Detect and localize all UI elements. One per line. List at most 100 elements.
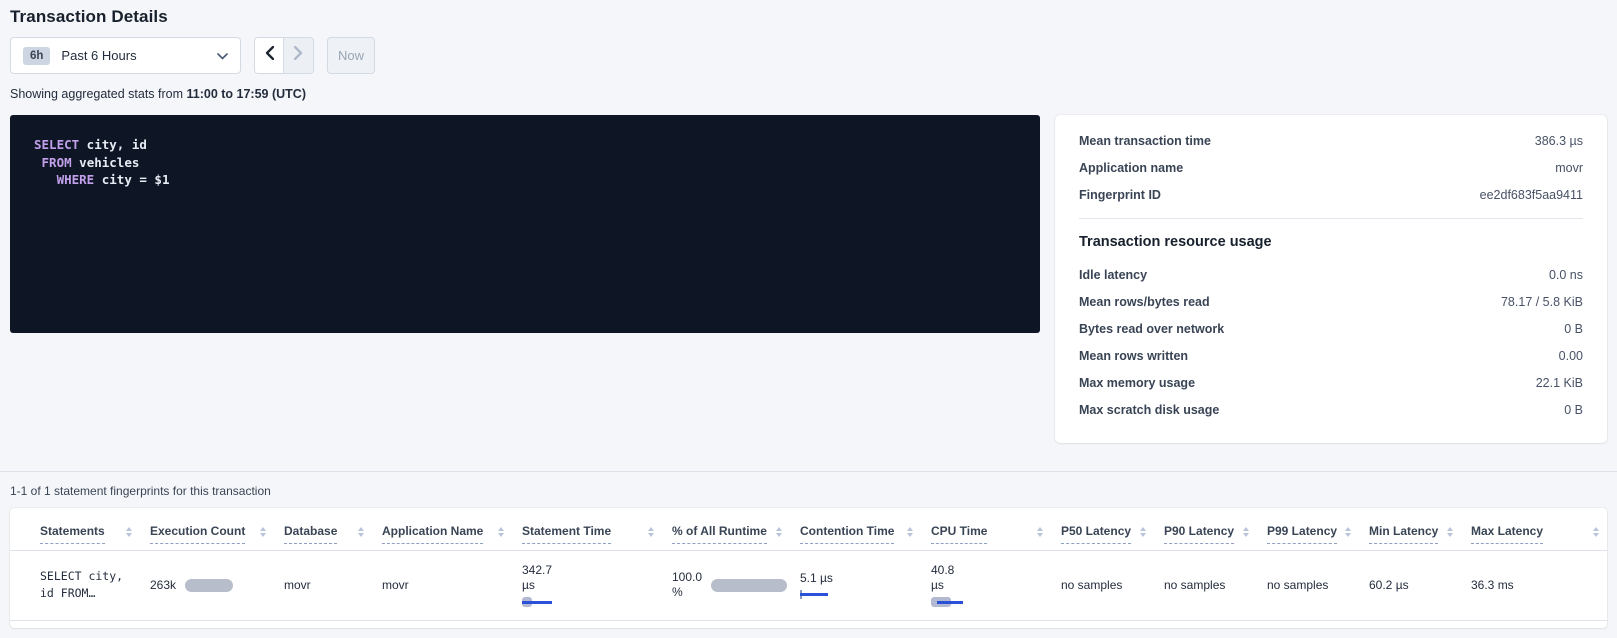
contention-time-bar: [800, 589, 830, 599]
sort-arrows-icon[interactable]: [648, 527, 654, 541]
transaction-details-page: Transaction Details 6h Past 6 Hours: [0, 0, 1617, 638]
summary-value: 0 B: [1564, 403, 1583, 417]
column-header-max-latency[interactable]: Max Latency: [1461, 508, 1607, 551]
sql-statement-box: SELECT city, id FROM vehicles WHERE city…: [10, 115, 1040, 333]
summary-row: Mean rows/bytes read 78.17 / 5.8 KiB: [1079, 288, 1583, 315]
column-header-p50-latency[interactable]: P50 Latency: [1051, 508, 1154, 551]
summary-value: 0.0 ns: [1549, 268, 1583, 282]
column-header-p99-latency[interactable]: P99 Latency: [1257, 508, 1359, 551]
sort-arrows-icon[interactable]: [1447, 527, 1453, 541]
cpu-time-unit: µs: [931, 578, 1043, 593]
page-title: Transaction Details: [10, 0, 1607, 27]
summary-row: Idle latency 0.0 ns: [1079, 261, 1583, 288]
time-range-dropdown[interactable]: 6h Past 6 Hours: [10, 37, 241, 74]
summary-divider: [1079, 218, 1583, 219]
statement-text-line: id FROM…: [40, 585, 132, 602]
column-header-application-name[interactable]: Application Name: [372, 508, 512, 551]
chevron-down-icon: [217, 47, 228, 65]
next-interval-button[interactable]: [284, 37, 314, 74]
sort-arrows-icon[interactable]: [358, 527, 364, 541]
sort-arrows-icon[interactable]: [498, 527, 504, 541]
sort-arrows-icon[interactable]: [1243, 527, 1249, 541]
database-cell: movr: [274, 551, 372, 621]
summary-label: Mean rows/bytes read: [1079, 295, 1210, 309]
column-header-contention-time[interactable]: Contention Time: [790, 508, 921, 551]
summary-label: Max memory usage: [1079, 376, 1195, 390]
time-range-badge: 6h: [23, 47, 50, 65]
summary-row: Mean rows written 0.00: [1079, 342, 1583, 369]
summary-label: Fingerprint ID: [1079, 188, 1161, 202]
runtime-pct-bar: [711, 579, 787, 592]
summary-row: Max memory usage 22.1 KiB: [1079, 369, 1583, 396]
details-row: SELECT city, id FROM vehicles WHERE city…: [10, 115, 1607, 443]
summary-label: Application name: [1079, 161, 1183, 175]
cpu-time-value: 40.8: [931, 563, 1043, 578]
previous-interval-button[interactable]: [254, 37, 284, 74]
summary-label: Mean rows written: [1079, 349, 1188, 363]
summary-value: 22.1 KiB: [1536, 376, 1583, 390]
summary-row: Max scratch disk usage 0 B: [1079, 396, 1583, 423]
time-nav-group: [254, 37, 314, 74]
sql-keyword: WHERE: [57, 172, 95, 187]
statements-table: Statements Execution Count Database Appl…: [10, 508, 1607, 621]
chevron-left-icon: [265, 46, 274, 65]
summary-value: ee2df683f5aa9411: [1480, 188, 1583, 202]
resource-usage-heading: Transaction resource usage: [1079, 221, 1583, 261]
summary-value: 0 B: [1564, 322, 1583, 336]
max-latency-cell: 36.3 ms: [1461, 551, 1607, 621]
sql-line: SELECT city, id: [34, 136, 1016, 154]
statement-row: SELECT city, id FROM… 263k movr movr: [10, 551, 1607, 621]
statement-time-unit: µs: [522, 578, 654, 593]
runtime-pct-unit: %: [672, 585, 702, 600]
min-latency-cell: 60.2 µs: [1359, 551, 1461, 621]
summary-label: Mean transaction time: [1079, 134, 1211, 148]
contention-time-cell: 5.1 µs: [790, 551, 921, 621]
summary-value: 0.00: [1559, 349, 1583, 363]
column-header-execution-count[interactable]: Execution Count: [140, 508, 274, 551]
column-header-p90-latency[interactable]: P90 Latency: [1154, 508, 1257, 551]
summary-value: movr: [1555, 161, 1583, 175]
column-header-runtime-pct[interactable]: % of All Runtime: [662, 508, 790, 551]
stats-note-range: 11:00 to 17:59 (UTC): [187, 87, 306, 101]
statement-time-bar: [522, 597, 572, 607]
sort-arrows-icon[interactable]: [1345, 527, 1351, 541]
statements-table-card: Statements Execution Count Database Appl…: [10, 508, 1607, 628]
summary-row: Fingerprint ID ee2df683f5aa9411: [1079, 181, 1583, 208]
transaction-summary-card: Mean transaction time 386.3 µs Applicati…: [1055, 115, 1607, 443]
execution-count-value: 263k: [150, 578, 176, 592]
sort-arrows-icon[interactable]: [126, 527, 132, 541]
sql-line: WHERE city = $1: [34, 171, 1016, 189]
time-range-label: Past 6 Hours: [61, 48, 206, 63]
execution-count-cell: 263k: [140, 551, 274, 621]
column-header-statements[interactable]: Statements: [10, 508, 140, 551]
sort-arrows-icon[interactable]: [1140, 527, 1146, 541]
sort-arrows-icon[interactable]: [776, 527, 782, 541]
statement-cell[interactable]: SELECT city, id FROM…: [10, 551, 140, 621]
execution-count-bar: [185, 579, 233, 592]
aggregated-stats-note: Showing aggregated stats from 11:00 to 1…: [10, 87, 1607, 101]
summary-label: Bytes read over network: [1079, 322, 1224, 336]
sort-arrows-icon[interactable]: [1037, 527, 1043, 541]
sort-arrows-icon[interactable]: [260, 527, 266, 541]
summary-value: 386.3 µs: [1535, 134, 1583, 148]
column-header-statement-time[interactable]: Statement Time: [512, 508, 662, 551]
now-button[interactable]: Now: [327, 37, 375, 74]
sort-arrows-icon[interactable]: [1593, 527, 1599, 541]
stats-note-prefix: Showing aggregated stats from: [10, 87, 187, 101]
sql-line: FROM vehicles: [34, 154, 1016, 172]
cpu-time-bar: [931, 597, 965, 607]
runtime-pct-cell: 100.0 %: [662, 551, 790, 621]
statement-time-value: 342.7: [522, 563, 654, 578]
statement-time-cell: 342.7 µs: [512, 551, 662, 621]
column-header-min-latency[interactable]: Min Latency: [1359, 508, 1461, 551]
sql-indent: [34, 155, 42, 170]
p90-latency-cell: no samples: [1154, 551, 1257, 621]
sql-text: city, id: [79, 137, 147, 152]
summary-label: Idle latency: [1079, 268, 1147, 282]
sort-arrows-icon[interactable]: [907, 527, 913, 541]
runtime-pct-value: 100.0: [672, 570, 702, 585]
cpu-time-cell: 40.8 µs: [921, 551, 1051, 621]
column-header-database[interactable]: Database: [274, 508, 372, 551]
column-header-cpu-time[interactable]: CPU Time: [921, 508, 1051, 551]
sql-text: vehicles: [72, 155, 140, 170]
